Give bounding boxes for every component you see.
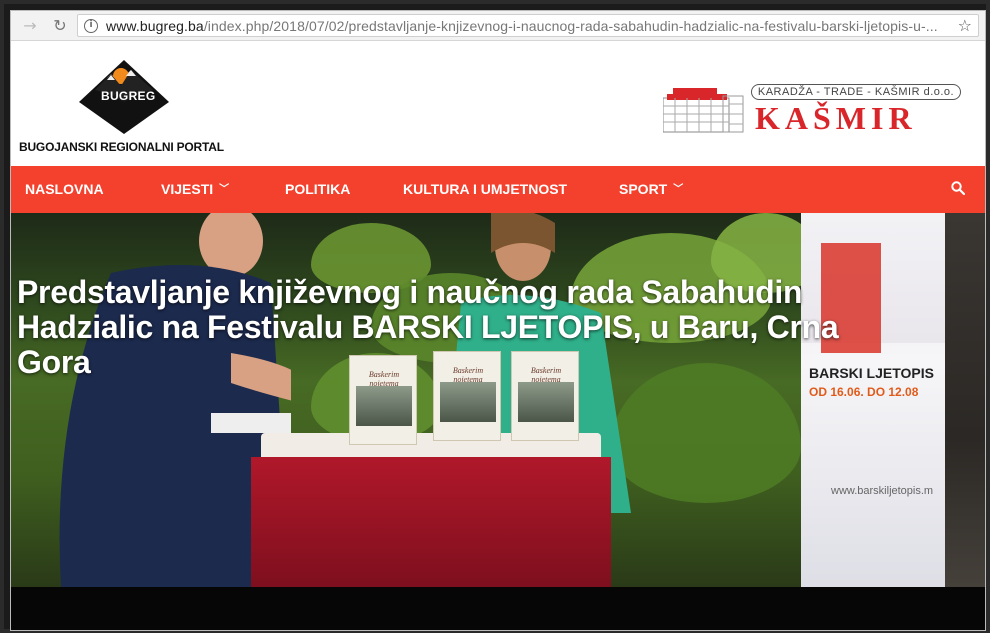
banner-url: www.barskiljetopis.m xyxy=(831,485,934,497)
main-navigation: NASLOVNA VIJESTI ﹀ POLITIKA KULTURA I UMJ… xyxy=(11,166,985,213)
bookmark-star-icon[interactable]: ☆ xyxy=(958,16,972,35)
nav-item-vijesti[interactable]: VIJESTI ﹀ xyxy=(161,166,229,213)
article-title[interactable]: Predstavljanje književnog i naučnog rada… xyxy=(17,275,917,380)
nav-item-label: VIJESTI xyxy=(161,181,214,197)
search-icon[interactable] xyxy=(951,181,965,195)
nav-item-label: SPORT xyxy=(619,181,668,197)
nav-item-sport[interactable]: SPORT ﹀ xyxy=(619,166,683,213)
building-icon xyxy=(663,88,744,133)
nav-item-label: POLITIKA xyxy=(285,181,351,197)
hero-side-photo xyxy=(945,213,985,587)
book-cover-image xyxy=(440,382,496,422)
book-cover-image xyxy=(356,386,412,426)
browser-toolbar: → ↻ i www.bugreg.ba/index.php/2018/07/02… xyxy=(11,11,985,41)
hero-bottom-bar xyxy=(11,587,985,630)
chevron-down-icon: ﹀ xyxy=(673,184,684,195)
url-path: /index.php/2018/07/02/predstavljanje-knj… xyxy=(203,18,938,34)
kasmir-ad-banner[interactable]: KARADŽA - TRADE - KAŠMIR d.o.o. KAŠMIR xyxy=(663,80,963,140)
festival-banner: BARSKI LJETOPIS OD 16.06. DO 12.08 www.b… xyxy=(801,213,945,587)
hero-photo: Baskerim nojetema Baskerim nojetema Bask… xyxy=(11,213,945,587)
info-icon[interactable]: i xyxy=(84,19,98,33)
table-with-books: Baskerim nojetema Baskerim nojetema Bask… xyxy=(221,351,641,587)
logo-subtitle: BUGOJANSKI REGIONALNI PORTAL xyxy=(19,140,224,154)
url-text[interactable]: www.bugreg.ba/index.php/2018/07/02/preds… xyxy=(106,18,946,34)
url-domain: www.bugreg.ba xyxy=(106,18,204,34)
ad-company-name: KARADŽA - TRADE - KAŠMIR d.o.o. xyxy=(751,84,961,100)
banner-date: OD 16.06. DO 12.08 xyxy=(809,385,919,399)
chevron-down-icon: ﹀ xyxy=(219,184,230,195)
nav-item-politika[interactable]: POLITIKA xyxy=(285,166,350,213)
book-cover-image xyxy=(518,382,574,422)
nav-item-label: NASLOVNA xyxy=(25,181,104,197)
browser-window: → ↻ i www.bugreg.ba/index.php/2018/07/02… xyxy=(10,10,986,631)
logo-badge-text: BUGREG xyxy=(101,89,156,103)
nav-item-label: KULTURA I UMJETNOST xyxy=(403,181,568,197)
nav-item-kultura[interactable]: KULTURA I UMJETNOST xyxy=(403,166,567,213)
nav-item-naslovna[interactable]: NASLOVNA xyxy=(25,166,104,213)
reload-icon[interactable]: ↻ xyxy=(49,15,71,37)
site-header: BUGREG BUGOJANSKI REGIONALNI PORTAL KARA… xyxy=(11,42,985,166)
back-arrow-icon[interactable]: → xyxy=(19,15,41,37)
hero-article[interactable]: Baskerim nojetema Baskerim nojetema Bask… xyxy=(11,213,985,630)
address-bar[interactable]: i www.bugreg.ba/index.php/2018/07/02/pre… xyxy=(77,14,979,37)
site-logo[interactable]: BUGREG BUGOJANSKI REGIONALNI PORTAL xyxy=(19,58,249,158)
screenshot-frame: → ↻ i www.bugreg.ba/index.php/2018/07/02… xyxy=(0,0,990,633)
ad-brand-name: KAŠMIR xyxy=(755,100,917,136)
tablecloth xyxy=(251,457,611,587)
